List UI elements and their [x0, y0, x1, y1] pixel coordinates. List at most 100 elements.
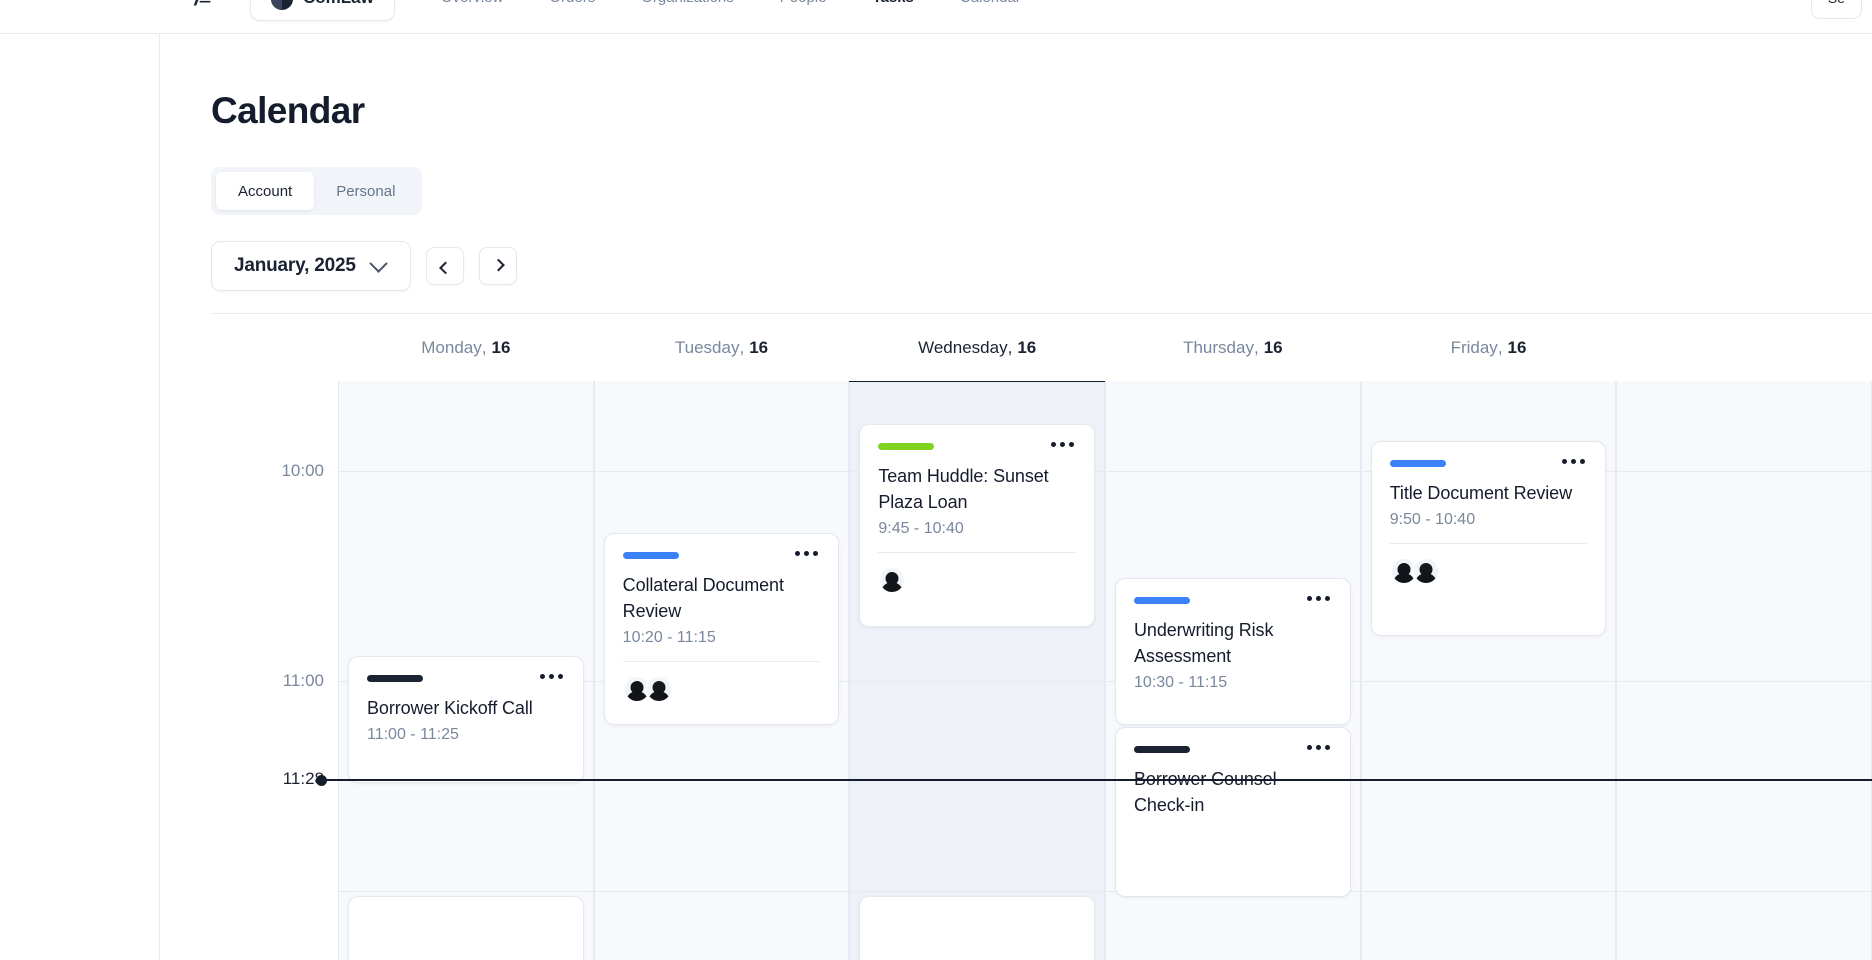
- previous-period-button[interactable]: [426, 247, 464, 285]
- hour-gridline: [1362, 681, 1616, 682]
- event-time: 10:30 - 11:15: [1134, 674, 1332, 692]
- more-options-icon[interactable]: [793, 549, 820, 558]
- time-gutter: 10:00 11:00 11:28: [211, 381, 338, 960]
- nav-link-tasks[interactable]: Tasks: [872, 0, 913, 6]
- more-options-icon[interactable]: [1560, 457, 1587, 466]
- day-name: Monday: [421, 338, 481, 358]
- day-header-friday[interactable]: Friday,16: [1361, 314, 1617, 381]
- day-header-wednesday[interactable]: Wednesday,16: [849, 314, 1105, 381]
- tab-account[interactable]: Account: [216, 172, 314, 210]
- hour-gridline: [1362, 891, 1616, 892]
- event-time: 9:50 - 10:40: [1390, 511, 1588, 529]
- day-column-wednesday[interactable]: Team Huddle: Sunset Plaza Loan 9:45 - 10…: [849, 381, 1105, 960]
- day-column-monday[interactable]: Borrower Kickoff Call 11:00 - 11:25: [338, 381, 594, 960]
- calendar-body: 10:00 11:00 11:28: [211, 381, 1872, 960]
- time-label-1100: 11:00: [283, 671, 324, 691]
- event-attendees: [878, 566, 1076, 594]
- more-options-icon[interactable]: [538, 672, 565, 681]
- event-card-top: [1134, 594, 1332, 604]
- event-divider: [878, 552, 1076, 553]
- nav-link-calendar[interactable]: Calendar: [960, 0, 1021, 6]
- month-navigation: January, 2025: [211, 241, 517, 291]
- event-card-title-document-review[interactable]: Title Document Review 9:50 - 10:40: [1371, 441, 1607, 636]
- day-header-saturday[interactable]: [1616, 314, 1872, 381]
- day-number: 16: [1508, 338, 1527, 358]
- chevron-down-icon: [369, 254, 387, 272]
- event-color-bar: [1390, 460, 1446, 467]
- avatar[interactable]: [645, 675, 673, 703]
- event-title: Borrower Counsel Check-in: [1134, 766, 1332, 818]
- event-color-bar: [367, 675, 423, 682]
- event-card-top: [623, 549, 821, 559]
- event-card-partial-monday[interactable]: [348, 896, 584, 960]
- event-title: Borrower Kickoff Call: [367, 695, 565, 721]
- event-color-bar: [1134, 597, 1190, 604]
- day-number: 16: [491, 338, 510, 358]
- event-card-underwriting-risk-assessment[interactable]: Underwriting Risk Assessment 10:30 - 11:…: [1115, 578, 1351, 725]
- nav-link-people[interactable]: People: [780, 0, 827, 6]
- time-label-1000: 10:00: [281, 461, 324, 481]
- calendar-app: /≡ ComLaw Overview Orders Organizations …: [0, 0, 1872, 960]
- event-card-team-huddle-sunset-plaza-loan[interactable]: Team Huddle: Sunset Plaza Loan 9:45 - 10…: [859, 424, 1095, 627]
- current-time-label: 11:28: [283, 769, 324, 789]
- more-options-icon[interactable]: [1049, 440, 1076, 449]
- time-gutter-header: [211, 314, 338, 381]
- day-column-thursday[interactable]: Underwriting Risk Assessment 10:30 - 11:…: [1105, 381, 1361, 960]
- event-color-bar: [1134, 746, 1190, 753]
- event-card-partial-wednesday[interactable]: [859, 896, 1095, 960]
- event-attendees: [623, 675, 821, 703]
- day-number: 16: [1264, 338, 1283, 358]
- nav-link-overview[interactable]: Overview: [441, 0, 504, 6]
- event-title: Team Huddle: Sunset Plaza Loan: [878, 463, 1076, 515]
- day-columns: Borrower Kickoff Call 11:00 - 11:25: [338, 381, 1872, 960]
- month-picker-button[interactable]: January, 2025: [211, 241, 411, 291]
- org-switcher-button[interactable]: ComLaw: [250, 0, 395, 21]
- more-options-icon[interactable]: [1305, 594, 1332, 603]
- event-title: Collateral Document Review: [623, 572, 821, 624]
- day-column-tuesday[interactable]: Collateral Document Review 10:20 - 11:15: [594, 381, 850, 960]
- event-title: Title Document Review: [1390, 480, 1588, 506]
- tab-personal[interactable]: Personal: [314, 172, 417, 210]
- event-card-borrower-kickoff-call[interactable]: Borrower Kickoff Call 11:00 - 11:25: [348, 656, 584, 783]
- event-color-bar: [623, 552, 679, 559]
- event-time: 10:20 - 11:15: [623, 629, 821, 647]
- day-header-monday[interactable]: Monday,16: [338, 314, 594, 381]
- chevron-right-icon: [492, 258, 505, 271]
- hour-gridline: [1617, 471, 1871, 472]
- top-navigation-bar: /≡ ComLaw Overview Orders Organizations …: [0, 0, 1872, 34]
- day-header-tuesday[interactable]: Tuesday,16: [594, 314, 850, 381]
- calendar-day-headers: Monday,16 Tuesday,16 Wednesday,16 Thursd…: [211, 313, 1872, 381]
- calendar-grid: Monday,16 Tuesday,16 Wednesday,16 Thursd…: [211, 313, 1872, 960]
- day-column-saturday[interactable]: [1616, 381, 1872, 960]
- left-rail: [0, 34, 160, 960]
- day-column-friday[interactable]: Title Document Review 9:50 - 10:40: [1361, 381, 1617, 960]
- avatar[interactable]: [878, 566, 906, 594]
- event-card-borrower-counsel-check-in[interactable]: Borrower Counsel Check-in: [1115, 727, 1351, 897]
- month-label: January, 2025: [234, 255, 356, 277]
- hour-gridline: [1617, 681, 1871, 682]
- day-header-thursday[interactable]: Thursday,16: [1105, 314, 1361, 381]
- event-time: 11:00 - 11:25: [367, 726, 565, 744]
- nav-search-button[interactable]: Se: [1811, 0, 1862, 19]
- event-attendees: [1390, 557, 1588, 585]
- scope-segmented-control: Account Personal: [211, 167, 422, 215]
- primary-nav-links: Overview Orders Organizations People Tas…: [441, 0, 1021, 6]
- event-card-top: [1134, 743, 1332, 753]
- hour-gridline: [850, 681, 1104, 682]
- hour-gridline: [1106, 471, 1360, 472]
- comlaw-logo-icon[interactable]: /≡: [182, 0, 222, 12]
- org-name-label: ComLaw: [303, 0, 374, 8]
- day-name: Wednesday: [918, 338, 1007, 358]
- day-name: Friday: [1451, 338, 1498, 358]
- event-card-collateral-document-review[interactable]: Collateral Document Review 10:20 - 11:15: [604, 533, 840, 725]
- calendar-page: Calendar Account Personal January, 2025: [160, 34, 1872, 960]
- nav-link-organizations[interactable]: Organizations: [641, 0, 734, 6]
- avatar[interactable]: [1412, 557, 1440, 585]
- more-options-icon[interactable]: [1305, 743, 1332, 752]
- hour-gridline: [850, 891, 1104, 892]
- day-name: Tuesday: [675, 338, 740, 358]
- hour-gridline: [339, 471, 593, 472]
- next-period-button[interactable]: [479, 247, 517, 285]
- event-card-top: [367, 672, 565, 682]
- nav-link-orders[interactable]: Orders: [549, 0, 595, 6]
